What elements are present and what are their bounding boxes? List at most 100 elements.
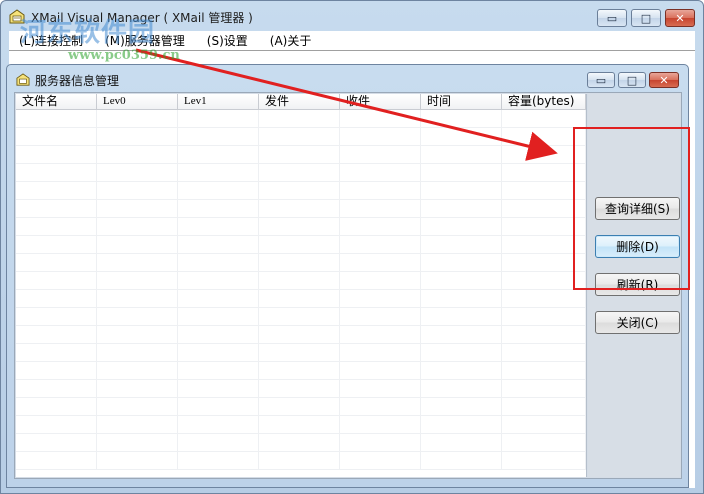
table-cell (259, 218, 340, 235)
table-cell (259, 362, 340, 379)
table-cell (178, 254, 259, 271)
table-cell (340, 110, 421, 127)
table-cell (340, 308, 421, 325)
table-row[interactable] (16, 164, 586, 182)
table-cell (97, 146, 178, 163)
table-cell (97, 218, 178, 235)
table-cell (16, 110, 97, 127)
table-cell (259, 308, 340, 325)
table-cell (259, 254, 340, 271)
table-row[interactable] (16, 254, 586, 272)
table-cell (502, 398, 586, 415)
table-cell (97, 362, 178, 379)
table-cell (178, 416, 259, 433)
column-header-filename[interactable]: 文件名 (16, 94, 97, 110)
table-row[interactable] (16, 182, 586, 200)
table-row[interactable] (16, 434, 586, 452)
table-row[interactable] (16, 110, 586, 128)
server-file-list[interactable]: 文件名 Lev0 Lev1 发件 收件 时间 容量(bytes) (16, 94, 587, 477)
table-cell (178, 272, 259, 289)
table-cell (421, 182, 502, 199)
child-maximize-button[interactable]: □ (618, 72, 646, 88)
menu-settings[interactable]: (S)设置 (207, 32, 248, 49)
child-minimize-button[interactable]: ▭ (587, 72, 615, 88)
table-row[interactable] (16, 146, 586, 164)
table-row[interactable] (16, 128, 586, 146)
table-cell (178, 308, 259, 325)
table-cell (259, 416, 340, 433)
table-row[interactable] (16, 380, 586, 398)
table-cell (16, 290, 97, 307)
table-cell (16, 254, 97, 271)
table-cell (259, 128, 340, 145)
table-row[interactable] (16, 236, 586, 254)
table-cell (97, 434, 178, 451)
column-header-recipient[interactable]: 收件 (340, 94, 421, 110)
maximize-button[interactable]: □ (631, 9, 661, 27)
table-cell (502, 362, 586, 379)
table-row[interactable] (16, 200, 586, 218)
table-cell (97, 452, 178, 469)
table-cell (259, 164, 340, 181)
table-cell (421, 164, 502, 181)
table-row[interactable] (16, 344, 586, 362)
table-cell (178, 128, 259, 145)
table-cell (259, 380, 340, 397)
table-row[interactable] (16, 452, 586, 470)
table-cell (97, 110, 178, 127)
table-cell (259, 182, 340, 199)
table-cell (178, 452, 259, 469)
table-cell (16, 398, 97, 415)
column-header-sender[interactable]: 发件 (259, 94, 340, 110)
table-row[interactable] (16, 218, 586, 236)
table-cell (340, 254, 421, 271)
table-cell (340, 290, 421, 307)
table-cell (178, 182, 259, 199)
table-cell (97, 380, 178, 397)
table-cell (16, 308, 97, 325)
table-cell (178, 218, 259, 235)
table-row[interactable] (16, 362, 586, 380)
table-cell (16, 128, 97, 145)
table-cell (16, 362, 97, 379)
minimize-button[interactable]: ▭ (597, 9, 627, 27)
table-cell (340, 182, 421, 199)
table-cell (421, 236, 502, 253)
list-body[interactable] (16, 110, 586, 477)
table-cell (502, 290, 586, 307)
close-window-button[interactable]: 关闭(C) (595, 311, 680, 334)
child-close-button[interactable]: ✕ (649, 72, 679, 88)
table-cell (502, 344, 586, 361)
watermark-logo: 河东软件园 (20, 18, 156, 48)
column-header-time[interactable]: 时间 (421, 94, 502, 110)
table-cell (502, 452, 586, 469)
table-cell (340, 434, 421, 451)
table-cell (502, 434, 586, 451)
table-cell (178, 398, 259, 415)
table-cell (178, 362, 259, 379)
column-header-lev0[interactable]: Lev0 (97, 94, 178, 110)
table-cell (421, 416, 502, 433)
table-cell (97, 128, 178, 145)
table-cell (97, 254, 178, 271)
table-cell (259, 146, 340, 163)
close-button[interactable]: ✕ (665, 9, 695, 27)
table-cell (340, 362, 421, 379)
table-row[interactable] (16, 398, 586, 416)
table-cell (421, 146, 502, 163)
table-cell (421, 434, 502, 451)
table-cell (178, 290, 259, 307)
table-cell (178, 110, 259, 127)
table-cell (97, 308, 178, 325)
annotation-highlight-box (573, 127, 690, 290)
column-header-lev1[interactable]: Lev1 (178, 94, 259, 110)
table-cell (340, 326, 421, 343)
table-row[interactable] (16, 290, 586, 308)
column-header-size[interactable]: 容量(bytes) (502, 94, 586, 110)
table-row[interactable] (16, 416, 586, 434)
table-row[interactable] (16, 308, 586, 326)
table-row[interactable] (16, 272, 586, 290)
table-cell (259, 200, 340, 217)
table-row[interactable] (16, 326, 586, 344)
menu-about[interactable]: (A)关于 (270, 32, 312, 49)
